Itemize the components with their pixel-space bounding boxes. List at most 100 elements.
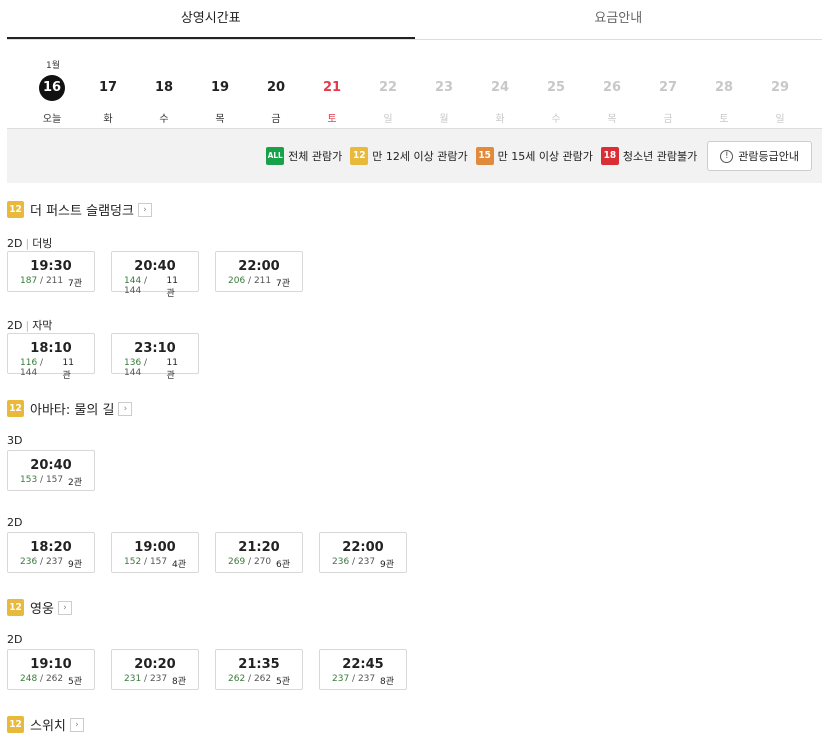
seat-count: 136 / 144	[124, 358, 167, 381]
date-weekday: 월	[439, 114, 449, 125]
showtime-time: 18:10	[30, 341, 72, 356]
seat-count: 237 / 237	[332, 674, 375, 687]
movie-name: 아바타: 물의 길	[30, 403, 115, 418]
showtime-time: 22:00	[238, 259, 280, 274]
seats-available: 187	[20, 276, 38, 286]
showtime-time: 21:20	[238, 540, 280, 555]
showtime-time: 20:40	[134, 259, 176, 274]
hall-number: 11관	[166, 276, 178, 299]
format-type: 2D	[7, 633, 23, 646]
showtime-button[interactable]: 19:10 248 / 262 5관	[7, 649, 95, 690]
format-label: 3D	[7, 434, 22, 447]
date-weekday: 오늘	[42, 114, 62, 125]
seat-count: 262 / 262	[228, 674, 271, 687]
date-weekday: 토	[327, 114, 337, 125]
format-type: 2D	[7, 516, 23, 529]
showtime-button[interactable]: 23:10 136 / 144 11관	[111, 333, 199, 381]
date-weekday: 화	[103, 114, 113, 125]
showtime-button[interactable]: 18:10 116 / 144 11관	[7, 333, 95, 381]
month-label: 1월	[46, 61, 61, 71]
showtime-info: 236 / 237 9관	[320, 557, 406, 570]
showtime-button[interactable]: 22:00 206 / 211 7관	[215, 251, 303, 292]
chevron-right-icon[interactable]: ›	[118, 401, 133, 416]
rating-badge-icon: 15	[475, 147, 494, 165]
hall-number: 9관	[379, 560, 394, 570]
showtime-button[interactable]: 20:40 153 / 157 2관	[7, 450, 95, 491]
date-number: 25	[546, 80, 566, 95]
seats-available: 262	[228, 674, 246, 684]
showtime-info: 144 / 144 11관	[112, 276, 198, 299]
hall-number: 6관	[275, 560, 290, 570]
date-item[interactable]: 16 오늘	[24, 75, 80, 125]
format-label: 2D	[7, 516, 22, 529]
showtime-info: 248 / 262 5관	[8, 674, 94, 687]
date-item[interactable]: 18 수	[136, 75, 192, 125]
seats-total: / 270	[245, 557, 272, 567]
showtime-button[interactable]: 20:40 144 / 144 11관	[111, 251, 199, 299]
rating-badge-icon: 12	[7, 400, 24, 417]
movie-title: 12 영웅 ›	[7, 598, 72, 617]
date-item[interactable]: 17 화	[80, 75, 136, 125]
showtime-button[interactable]: 22:00 236 / 237 9관	[319, 532, 407, 573]
showtime-time: 18:20	[30, 540, 72, 555]
date-item: 22 일	[360, 75, 416, 125]
showtime-button[interactable]: 19:30 187 / 211 7관	[7, 251, 95, 292]
showtime-info: 206 / 211 7관	[216, 276, 302, 289]
seats-total: / 211	[245, 276, 272, 286]
seat-count: 248 / 262	[20, 674, 63, 687]
hall-number: 7관	[67, 279, 82, 289]
date-item[interactable]: 21 토	[304, 75, 360, 125]
chevron-right-icon[interactable]: ›	[137, 202, 152, 217]
showtime-time: 22:00	[342, 540, 384, 555]
format-type: 2D	[7, 319, 23, 332]
showtime-button[interactable]: 22:45 237 / 237 8관	[319, 649, 407, 690]
seats-total: / 237	[141, 674, 168, 684]
showtime-button[interactable]: 18:20 236 / 237 9관	[7, 532, 95, 573]
seats-total: / 237	[349, 674, 376, 684]
chevron-right-icon[interactable]: ›	[69, 717, 84, 732]
showtime-button[interactable]: 20:20 231 / 237 8관	[111, 649, 199, 690]
format-type: 3D	[7, 434, 23, 447]
seat-count: 153 / 157	[20, 475, 63, 488]
showtime-time: 20:20	[134, 657, 176, 672]
hall-number: 9관	[67, 560, 82, 570]
rating-badge-icon: 12	[350, 147, 369, 165]
date-item[interactable]: 19 목	[192, 75, 248, 125]
date-number: 17	[98, 80, 118, 95]
movie-name: 스위치	[30, 719, 66, 734]
tab-pricing[interactable]: 요금안내	[415, 0, 822, 39]
rating-guide-button[interactable]: ! 관람등급안내	[707, 141, 812, 171]
chevron-right-icon[interactable]: ›	[57, 600, 72, 615]
date-item[interactable]: 20 금	[248, 75, 304, 125]
hall-number: 5관	[275, 677, 290, 687]
hall-number: 7관	[275, 279, 290, 289]
showtime-info: 153 / 157 2관	[8, 475, 94, 488]
hall-number: 8관	[379, 677, 394, 687]
date-number: 19	[210, 80, 230, 95]
showtime-time: 19:00	[134, 540, 176, 555]
date-number: 23	[434, 80, 454, 95]
tab-showtimes[interactable]: 상영시간표	[7, 0, 415, 39]
date-number: 29	[770, 80, 790, 95]
showtime-info: 136 / 144 11관	[112, 358, 198, 381]
rating-legend-bar: ALL 전체 관람가 12 만 12세 이상 관람가 15 만 15세 이상 관람가 18 청…	[7, 129, 822, 183]
seats-total: / 262	[245, 674, 272, 684]
showtime-button[interactable]: 21:20 269 / 270 6관	[215, 532, 303, 573]
showtime-button[interactable]: 21:35 262 / 262 5관	[215, 649, 303, 690]
seat-count: 187 / 211	[20, 276, 63, 289]
rating-label: 만 15세 이상 관람가	[497, 150, 593, 163]
date-item: 26 목	[584, 75, 640, 125]
rating-label: 전체 관람가	[288, 150, 343, 163]
seat-count: 206 / 211	[228, 276, 271, 289]
seats-total: / 262	[37, 674, 64, 684]
date-number: 21	[322, 80, 342, 95]
seats-available: 116	[20, 358, 38, 368]
seats-available: 206	[228, 276, 246, 286]
date-weekday: 금	[271, 114, 281, 125]
movie-title: 12 더 퍼스트 슬램덩크 ›	[7, 200, 152, 219]
date-number: 20	[266, 80, 286, 95]
showtime-button[interactable]: 19:00 152 / 157 4관	[111, 532, 199, 573]
showtime-info: 269 / 270 6관	[216, 557, 302, 570]
seats-available: 136	[124, 358, 142, 368]
seats-available: 269	[228, 557, 246, 567]
